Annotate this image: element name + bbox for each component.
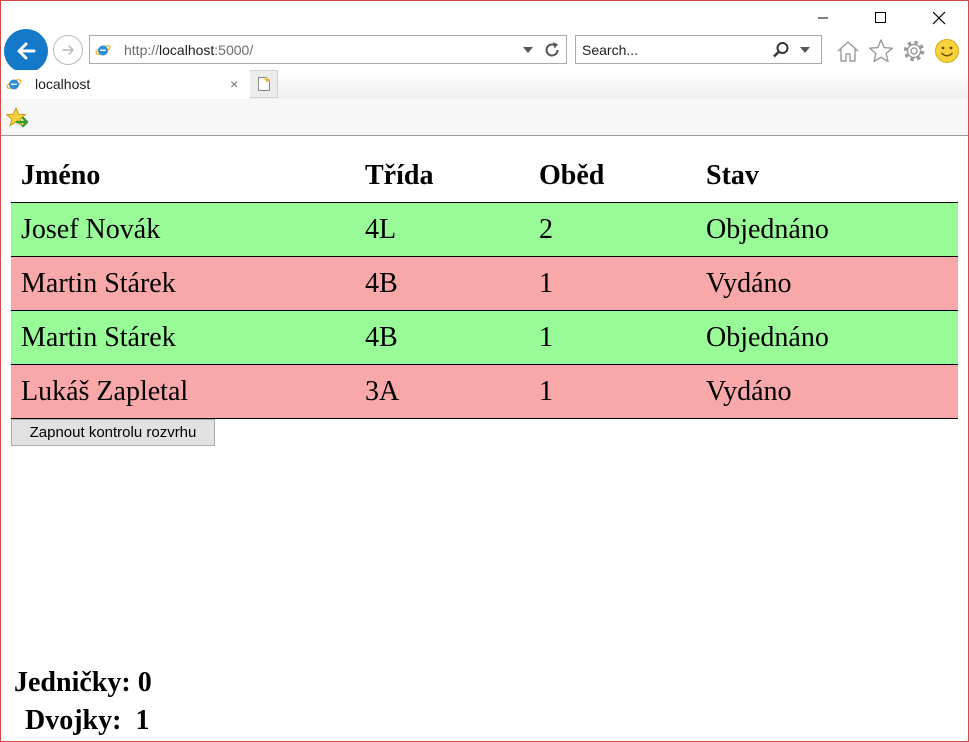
smiley-feedback-icon [934, 38, 959, 63]
lunch-orders-table: Jméno Třída Oběd Stav Josef Novák 4L 2 O… [11, 149, 958, 419]
cell-name: Josef Novák [11, 202, 355, 257]
column-header-class: Třída [355, 149, 529, 203]
cell-lunch: 1 [529, 310, 696, 365]
tab-row: localhost × [0, 70, 969, 99]
twos-label: Dvojky: [25, 705, 122, 736]
address-bar[interactable]: http://localhost:5000/ [89, 35, 567, 64]
close-icon [932, 11, 946, 25]
twos-value: 1 [135, 705, 150, 736]
new-tab-button[interactable] [250, 70, 278, 98]
column-header-status: Stav [696, 149, 958, 203]
address-url: http://localhost:5000/ [124, 42, 254, 58]
back-button[interactable] [4, 29, 48, 73]
browser-toolbar-icons [834, 37, 960, 64]
search-box[interactable] [575, 35, 822, 64]
toggle-schedule-check-button[interactable]: Zapnout kontrolu rozvrhu [11, 419, 215, 446]
cell-lunch: 1 [529, 256, 696, 311]
forward-button[interactable] [53, 35, 83, 65]
refresh-icon[interactable] [542, 40, 562, 60]
window-caption-buttons [794, 0, 968, 36]
ie-page-icon [6, 79, 22, 90]
home-button[interactable] [834, 37, 861, 64]
ones-value: 0 [137, 667, 152, 698]
table-row: Martin Stárek 4B 1 Vydáno [11, 256, 958, 311]
minimize-button[interactable] [794, 0, 852, 36]
settings-gear-icon [903, 40, 924, 61]
close-window-button[interactable] [910, 0, 968, 36]
cell-status: Objednáno [696, 310, 958, 365]
cell-class: 4B [355, 256, 529, 311]
new-tab-icon [257, 76, 271, 91]
cell-class: 4L [355, 202, 529, 257]
favorites-bar [0, 99, 969, 136]
ones-label: Jedničky: [14, 667, 131, 698]
ie-page-icon [95, 45, 111, 56]
search-dropdown-arrow-icon[interactable] [800, 47, 810, 53]
search-icon[interactable] [772, 41, 790, 59]
cell-status: Vydáno [696, 364, 958, 419]
minimize-icon [818, 17, 828, 19]
cell-class: 4B [355, 310, 529, 365]
dropdown-arrow-icon[interactable] [523, 47, 533, 53]
cell-status: Vydáno [696, 256, 958, 311]
back-arrow-icon [17, 42, 36, 60]
cell-status: Objednáno [696, 202, 958, 257]
cell-name: Martin Stárek [11, 310, 355, 365]
table-row: Lukáš Zapletal 3A 1 Vydáno [11, 364, 958, 419]
cell-lunch: 2 [529, 202, 696, 257]
tab-localhost[interactable]: localhost × [0, 70, 251, 99]
maximize-button[interactable] [852, 0, 910, 36]
settings-button[interactable] [900, 37, 927, 64]
search-input[interactable] [582, 41, 762, 58]
ones-count: Jedničky: 0 [14, 667, 152, 699]
table-header-row: Jméno Třída Oběd Stav [11, 149, 958, 203]
cell-class: 3A [355, 364, 529, 419]
column-header-lunch: Oběd [529, 149, 696, 203]
forward-arrow-icon [62, 45, 74, 55]
favorites-button[interactable] [867, 37, 894, 64]
tab-close-button[interactable]: × [230, 76, 238, 92]
table-row: Josef Novák 4L 2 Objednáno [11, 202, 958, 257]
cell-name: Martin Stárek [11, 256, 355, 311]
column-header-name: Jméno [11, 149, 355, 203]
favorites-star-icon [868, 38, 893, 62]
page-content: Jméno Třída Oběd Stav Josef Novák 4L 2 O… [0, 137, 969, 741]
add-to-favorites-bar-icon[interactable] [6, 107, 30, 129]
home-icon [837, 40, 858, 62]
feedback-button[interactable] [933, 37, 960, 64]
table-row: Martin Stárek 4B 1 Objednáno [11, 310, 958, 365]
cell-lunch: 1 [529, 364, 696, 419]
maximize-icon [875, 12, 886, 23]
twos-count: Dvojky: 1 [25, 705, 149, 737]
cell-name: Lukáš Zapletal [11, 364, 355, 419]
tab-title: localhost [35, 76, 91, 92]
